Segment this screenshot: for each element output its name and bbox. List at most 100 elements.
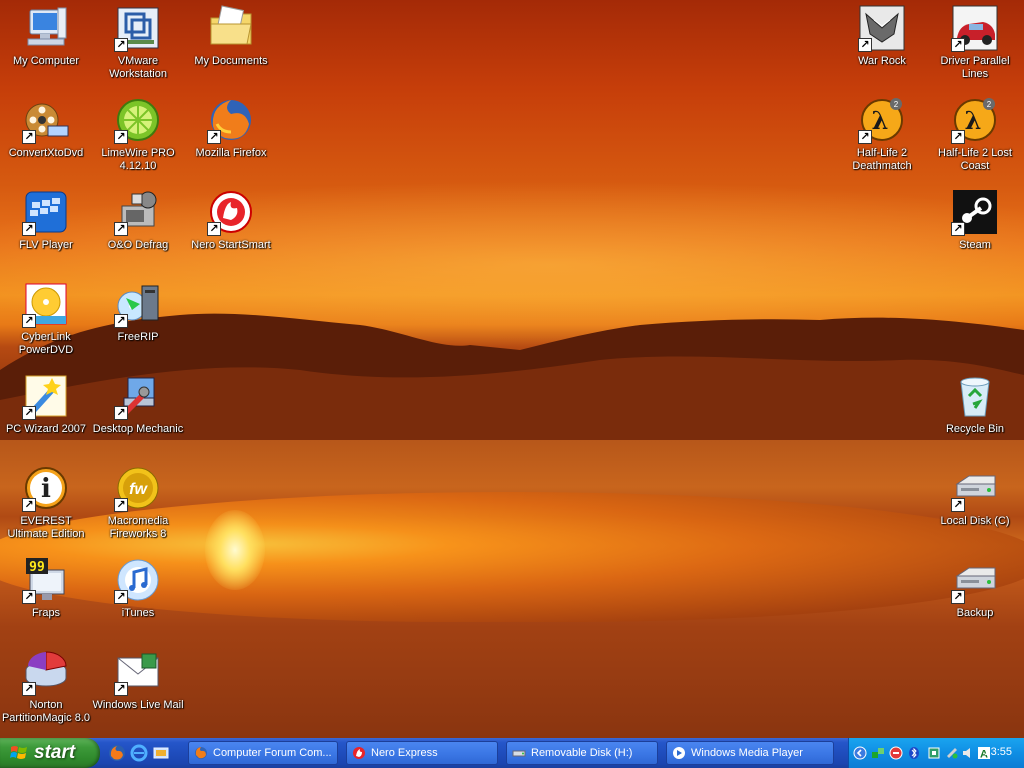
flv-player-icon: ↗ [22,188,70,236]
svg-text:i: i [41,474,51,504]
desktop-icon-half-life-2-lost-coast[interactable]: λ 2 ↗ Half-Life 2 Lost Coast [929,96,1021,173]
desktop-icon-my-computer[interactable]: My Computer [0,4,92,68]
desktop-icon-pc-wizard-2007[interactable]: ↗ PC Wizard 2007 [0,372,92,436]
desktop-icon-driver-parallel-lines[interactable]: ↗ Driver Parallel Lines [929,4,1021,81]
shortcut-arrow-icon: ↗ [951,38,965,52]
shortcut-arrow-icon: ↗ [858,38,872,52]
shortcut-arrow-icon: ↗ [114,498,128,512]
desktop-icon-label: PC Wizard 2007 [5,423,87,435]
internet-explorer-icon[interactable] [130,744,148,762]
taskbar-button-computer-forum-com[interactable]: Computer Forum Com... [188,741,338,765]
half-life-icon: λ 2 ↗ [951,96,999,144]
desktop-icon-label: O&O Defrag [107,239,169,251]
taskbar-button-nero-express[interactable]: Nero Express [346,741,498,765]
desktop-icon-convertxtodvd[interactable]: ↗ ConvertXtoDvd [0,96,92,160]
desktop-icon-freerip[interactable]: ↗ FreeRIP [92,280,184,344]
shortcut-arrow-icon: ↗ [114,682,128,696]
svg-text:99: 99 [29,560,45,575]
fireworks-icon: fw ↗ [114,464,162,512]
show-desktop-icon[interactable] [152,744,170,762]
network-icon[interactable] [871,746,885,760]
taskbar-button-windows-media-player[interactable]: Windows Media Player [666,741,834,765]
desktop-icon-nero-startsmart[interactable]: ↗ Nero StartSmart [185,188,277,252]
device-icon[interactable] [927,746,941,760]
firefox-icon[interactable] [108,744,126,762]
lime-icon: ↗ [114,96,162,144]
media-player-icon [672,746,686,760]
bluetooth-icon[interactable] [907,746,921,760]
partition-icon: ↗ [22,648,70,696]
desktop-icon-label: Macromedia Fireworks 8 [107,515,169,540]
removable-disk-icon [512,746,526,760]
start-button[interactable]: start [0,738,100,768]
shortcut-arrow-icon: ↗ [858,130,872,144]
desktop-icon-itunes[interactable]: ↗ iTunes [92,556,184,620]
desktop-icon-label: Nero StartSmart [191,239,271,251]
desktop-icon-label: Steam [959,239,991,251]
antivirus-icon[interactable] [889,746,903,760]
defrag-icon: ↗ [114,188,162,236]
desktop-icon-local-disk-c[interactable]: ↗ Local Disk (C) [929,464,1021,528]
desktop-icon-o-o-defrag[interactable]: ↗ O&O Defrag [92,188,184,252]
desktop-icon-label: Half-Life 2 Deathmatch [852,147,912,172]
desktop-icon-my-documents[interactable]: My Documents [185,4,277,68]
desktop-icon-vmware-workstation[interactable]: ↗ VMware Workstation [92,4,184,81]
desktop-icon-desktop-mechanic[interactable]: ↗ Desktop Mechanic [92,372,184,436]
desktop-icon-label: Half-Life 2 Lost Coast [938,147,1012,172]
shortcut-arrow-icon: ↗ [114,590,128,604]
desktop-icon-steam[interactable]: ↗ Steam [929,188,1021,252]
desktop-icon-label: Local Disk (C) [940,515,1010,527]
shortcut-arrow-icon: ↗ [951,590,965,604]
war-rock-icon: ↗ [858,4,906,52]
desktop-icon-half-life-2-deathmatch[interactable]: λ 2 ↗ Half-Life 2 Deathmatch [836,96,928,173]
desktop-icon-limewire-pro-4-12-10[interactable]: ↗ LimeWire PRO 4.12.10 [92,96,184,173]
desktop-icon-label: Norton PartitionMagic 8.0 [1,699,91,724]
desktop-icon-windows-live-mail[interactable]: ↗ Windows Live Mail [92,648,184,712]
nero-icon: ↗ [207,188,255,236]
taskbar-button-label: Removable Disk (H:) [531,747,633,759]
shortcut-arrow-icon: ↗ [22,406,36,420]
desktop-icon-everest-ultimate-edition[interactable]: i ↗ EVEREST Ultimate Edition [0,464,92,541]
svg-text:2: 2 [987,100,992,109]
desktop-icon-cyberlink-powerdvd[interactable]: ↗ CyberLink PowerDVD [0,280,92,357]
svg-text:λ: λ [965,106,982,135]
desktop-icon-label: Windows Live Mail [92,699,184,711]
pc-wizard-icon: ↗ [22,372,70,420]
desktop-icon-norton-partitionmagic-8-0[interactable]: ↗ Norton PartitionMagic 8.0 [0,648,92,725]
desktop-icon-label: My Computer [12,55,80,67]
shortcut-arrow-icon: ↗ [22,222,36,236]
taskbar: start Computer Forum Com... Nero Express R… [0,738,1024,768]
vmware-icon: ↗ [114,4,162,52]
computer-icon [22,4,70,52]
taskbar-button-removable-disk-h[interactable]: Removable Disk (H:) [506,741,658,765]
shortcut-arrow-icon: ↗ [951,130,965,144]
shortcut-arrow-icon: ↗ [22,682,36,696]
chevron-left-icon[interactable] [853,746,867,760]
volume-icon[interactable] [961,746,975,760]
freerip-icon: ↗ [114,280,162,328]
desktop-icon-label: Mozilla Firefox [195,147,267,159]
sun-reflection [205,510,265,590]
desktop-icon-mozilla-firefox[interactable]: ↗ Mozilla Firefox [185,96,277,160]
desktop-icon-label: Fraps [31,607,61,619]
desktop-icon-recycle-bin[interactable]: Recycle Bin [929,372,1021,436]
shortcut-arrow-icon: ↗ [951,222,965,236]
desktop-icon-backup[interactable]: ↗ Backup [929,556,1021,620]
start-label: start [34,742,76,763]
info-icon: i ↗ [22,464,70,512]
desktop-icon-fraps[interactable]: 99 ↗ Fraps [0,556,92,620]
desktop-icon-label: My Documents [194,55,268,67]
safely-remove-icon[interactable] [945,746,959,760]
desktop-icon-label: VMware Workstation [109,55,167,80]
desktop-icon-label: ConvertXtoDvd [8,147,84,159]
svg-text:λ: λ [872,106,889,135]
desktop-icon-macromedia-fireworks-8[interactable]: fw ↗ Macromedia Fireworks 8 [92,464,184,541]
car-icon: ↗ [951,4,999,52]
shortcut-arrow-icon: ↗ [22,590,36,604]
desktop-icon-label: Driver Parallel Lines [940,55,1010,80]
desktop-mechanic-icon: ↗ [114,372,162,420]
desktop-icon-war-rock[interactable]: ↗ War Rock [836,4,928,68]
clock[interactable]: 23:55 [984,746,1012,758]
desktop-icon-flv-player[interactable]: ↗ FLV Player [0,188,92,252]
recycle-bin-icon [951,372,999,420]
